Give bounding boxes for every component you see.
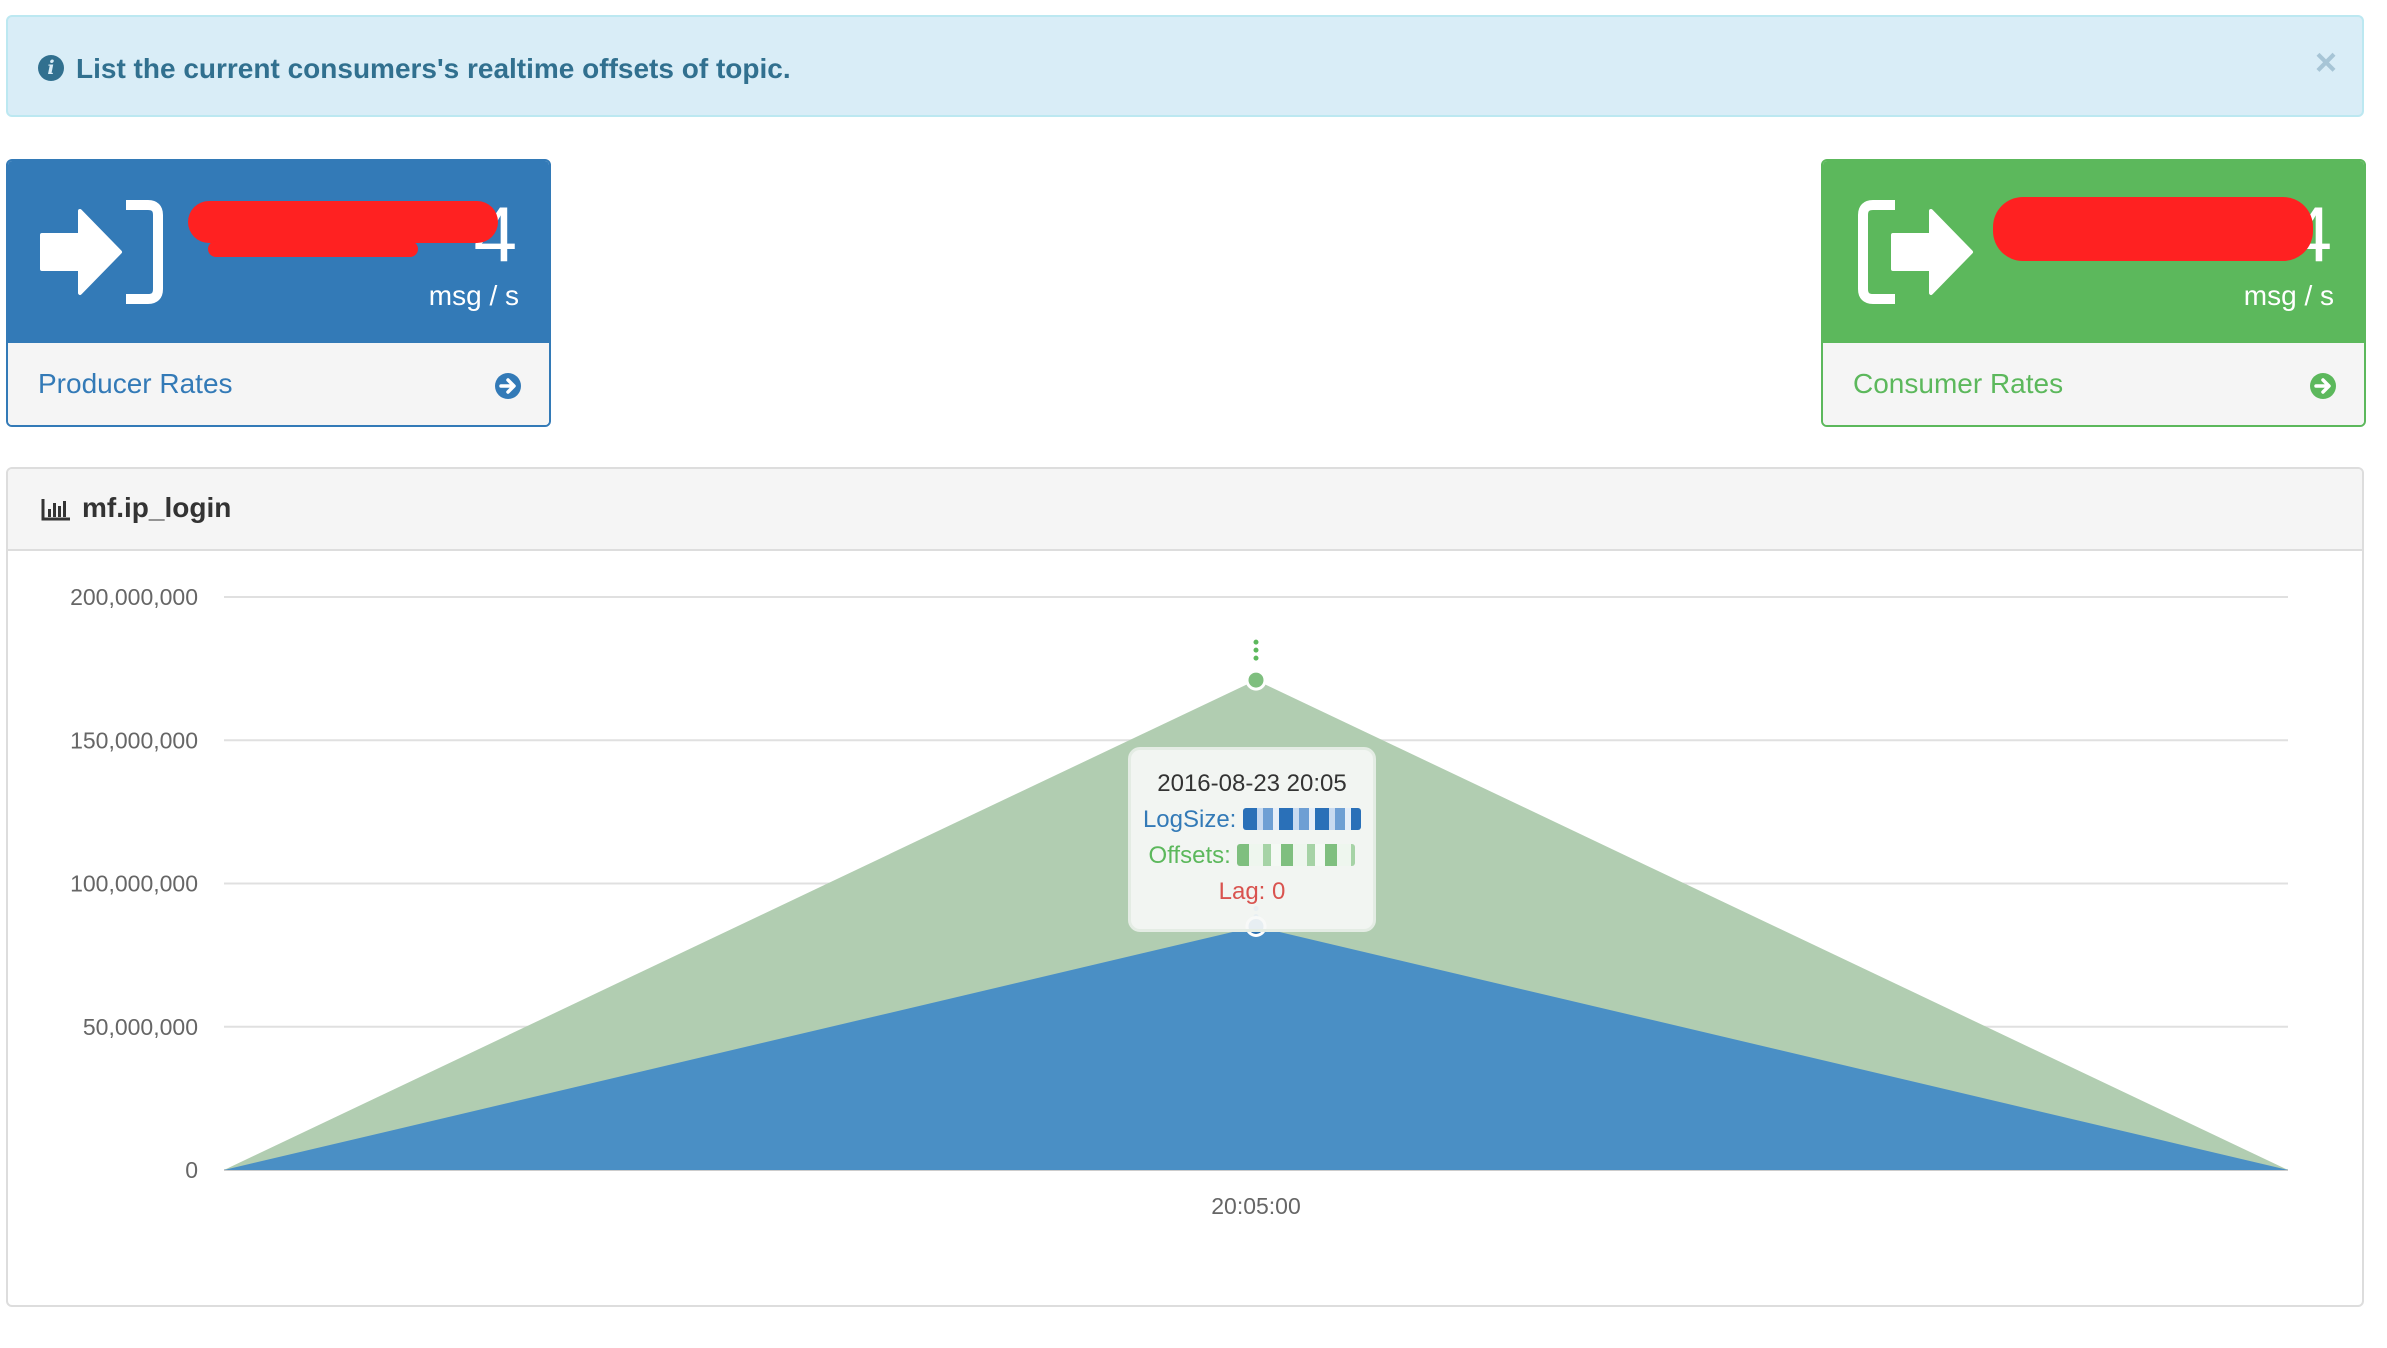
info-alert: i List the current consumers's realtime … bbox=[6, 15, 2364, 117]
y-tick-label: 50,000,000 bbox=[83, 1014, 198, 1040]
arrow-circle-right-icon bbox=[2310, 373, 2336, 399]
tooltip-logsize-label: LogSize: bbox=[1142, 806, 1237, 833]
chart-panel-heading: mf.ip_login bbox=[8, 469, 2362, 551]
chart-tooltip: 2016-08-23 20:05 LogSize: Offsets: Lag: … bbox=[1128, 747, 1376, 932]
tooltip-logsize: LogSize: bbox=[1131, 802, 1373, 838]
close-icon[interactable]: × bbox=[2306, 43, 2346, 83]
consumer-rates-link[interactable]: Consumer Rates bbox=[1823, 343, 2364, 425]
sign-in-icon bbox=[40, 200, 163, 304]
y-tick-label: 100,000,000 bbox=[70, 871, 198, 897]
alert-text: List the current consumers's realtime of… bbox=[76, 53, 791, 84]
redaction-mark bbox=[208, 241, 418, 257]
redaction-mark bbox=[188, 201, 498, 243]
consumer-rates-panel: 4 msg / s Consumer Rates bbox=[1821, 159, 2366, 427]
blurred-value bbox=[1243, 808, 1362, 830]
y-tick-label: 150,000,000 bbox=[70, 727, 198, 753]
chart-title: mf.ip_login bbox=[82, 492, 232, 523]
tooltip-date: 2016-08-23 20:05 bbox=[1157, 770, 1347, 797]
consumer-rates-heading: 4 msg / s bbox=[1823, 161, 2364, 343]
info-circle-icon: i bbox=[38, 55, 64, 81]
offsets-point-marker bbox=[1245, 669, 1267, 691]
hover-dot bbox=[1253, 639, 1259, 645]
producer-rates-heading: 4 msg / s bbox=[8, 161, 549, 343]
producer-rates-panel: 4 msg / s Producer Rates bbox=[6, 159, 551, 427]
y-tick-label: 200,000,000 bbox=[70, 584, 198, 610]
producer-rate-unit: msg / s bbox=[428, 280, 519, 311]
hover-dot bbox=[1253, 655, 1259, 661]
tooltip-offsets: Offsets: bbox=[1131, 838, 1373, 874]
tooltip-offsets-label: Offsets: bbox=[1148, 842, 1231, 869]
blurred-value bbox=[1237, 844, 1356, 866]
producer-rates-label: Producer Rates bbox=[38, 368, 233, 399]
redaction-mark bbox=[1993, 197, 2313, 261]
hover-dot bbox=[1253, 647, 1259, 653]
y-tick-label: 0 bbox=[185, 1157, 198, 1183]
arrow-circle-right-icon bbox=[495, 373, 521, 399]
consumer-rates-label: Consumer Rates bbox=[1853, 368, 2064, 399]
x-tick-label: 20:05:00 bbox=[1211, 1193, 1301, 1219]
sign-out-icon bbox=[1858, 200, 1973, 304]
consumer-rate-unit: msg / s bbox=[2243, 280, 2334, 311]
producer-rates-link[interactable]: Producer Rates bbox=[8, 343, 549, 425]
tooltip-lag: Lag: 0 bbox=[1218, 878, 1286, 905]
bar-chart-icon bbox=[41, 499, 70, 521]
